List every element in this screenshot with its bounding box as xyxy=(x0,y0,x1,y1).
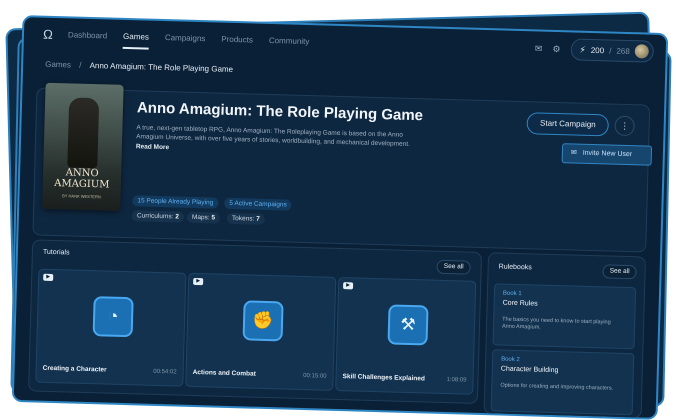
curriculums-value: 2 xyxy=(175,213,179,221)
main-nav: Dashboard Games Campaigns Products Commu… xyxy=(68,24,310,54)
tokens-value: 7 xyxy=(256,215,260,223)
hammer-icon: ⚒ xyxy=(387,304,429,346)
header-tools: ✉ ⚙ ⚡ 200 / 268 xyxy=(535,37,655,63)
breadcrumb-separator: / xyxy=(79,60,82,70)
rulebook-name: Character Building xyxy=(500,365,559,375)
tutorial-duration: 1:08:09 xyxy=(446,377,467,384)
start-campaign-button[interactable]: Start Campaign xyxy=(526,112,609,137)
tokens-separator: / xyxy=(609,45,612,56)
nav-campaigns[interactable]: Campaigns xyxy=(165,27,206,51)
nav-community[interactable]: Community xyxy=(269,29,310,53)
tutorial-duration: 00:15:00 xyxy=(303,373,327,380)
rulebook-name: Core Rules xyxy=(502,299,538,308)
rulebook-number: Book 2 xyxy=(501,356,520,364)
character-icon: ◔ xyxy=(92,296,134,338)
breadcrumb-current: Anno Amagium: The Role Playing Game xyxy=(89,60,234,74)
tutorials-section: Tutorials See all ▶ ◔ Creating a Charact… xyxy=(28,239,483,404)
cover-byline: BY HANK WESTERN xyxy=(62,193,101,200)
more-options-button[interactable]: ⋮ xyxy=(614,115,635,137)
tutorial-card[interactable]: ▶ ◔ Creating a Character 00:54:02 xyxy=(35,268,187,387)
tokens-label: Tokens: xyxy=(231,214,255,223)
maps-stat: Maps: 5 xyxy=(186,211,221,224)
game-cover-image: ANNO AMAGIUM BY HANK WESTERN xyxy=(42,82,124,211)
curriculums-label: Curriculums: xyxy=(136,212,174,221)
rulebook-description: The basics you need to know to start pla… xyxy=(501,316,611,331)
tokens-total: 268 xyxy=(616,46,630,56)
nav-products[interactable]: Products xyxy=(221,28,253,52)
app-window: Ω Dashboard Games Campaigns Products Com… xyxy=(11,15,669,420)
fist-icon: ✊ xyxy=(242,300,284,342)
video-icon: ▶ xyxy=(193,277,204,286)
tutorial-duration: 00:54:02 xyxy=(153,368,177,376)
tutorial-card[interactable]: ▶ ⚒ Skill Challenges Explained 1:08:09 xyxy=(335,276,477,395)
gear-icon[interactable]: ⚙ xyxy=(552,43,560,54)
read-more-link[interactable]: Read More xyxy=(136,143,169,151)
rulebook-number: Book 1 xyxy=(502,290,522,298)
campaigns-badge[interactable]: 5 Active Campaigns xyxy=(224,197,292,211)
mail-icon: ✉ xyxy=(570,149,577,157)
cover-figure xyxy=(67,97,100,169)
rulebooks-see-all-button[interactable]: See all xyxy=(602,264,637,280)
invite-user-label: Invite New User xyxy=(582,149,633,159)
rulebook-card[interactable]: Book 2 Character Building Options for cr… xyxy=(490,349,635,416)
tutorials-title: Tutorials xyxy=(42,248,70,257)
stacked-window-group: Ω Dashboard Games Campaigns Products Com… xyxy=(0,0,676,420)
tutorial-name: Creating a Character xyxy=(42,364,107,374)
curriculums-stat: Curriculums: 2 xyxy=(131,210,185,223)
video-icon: ▶ xyxy=(43,273,54,282)
tutorial-name: Actions and Combat xyxy=(192,368,256,378)
logo-icon[interactable]: Ω xyxy=(40,27,56,43)
game-description: A true, next-gen tabletop RPG, Anno Amag… xyxy=(136,124,411,148)
rulebook-description: Options for creating and improving chara… xyxy=(500,382,614,392)
tutorials-see-all-button[interactable]: See all xyxy=(436,259,471,275)
tutorial-name: Skill Challenges Explained xyxy=(342,373,425,383)
bolt-icon: ⚡ xyxy=(579,44,586,55)
maps-value: 5 xyxy=(211,214,216,222)
tokens-used: 200 xyxy=(590,45,605,55)
rulebook-card[interactable]: Book 1 Core Rules The basics you need to… xyxy=(492,283,637,350)
avatar[interactable] xyxy=(634,44,649,59)
maps-label: Maps: xyxy=(191,213,210,222)
breadcrumb-root[interactable]: Games xyxy=(45,60,71,70)
players-badge[interactable]: 15 People Already Playing xyxy=(132,195,219,209)
invite-user-menu-item[interactable]: ✉ Invite New User xyxy=(561,143,653,166)
video-icon: ▶ xyxy=(343,282,354,290)
game-hero-panel: ANNO AMAGIUM BY HANK WESTERN Anno Amagiu… xyxy=(32,82,653,253)
tutorial-card[interactable]: ▶ ✊ Actions and Combat 00:15:00 xyxy=(185,272,337,391)
nav-games[interactable]: Games xyxy=(122,25,150,50)
rulebooks-title: Rulebooks xyxy=(498,263,532,272)
mail-icon[interactable]: ✉ xyxy=(535,43,543,54)
page-title: Anno Amagium: The Role Playing Game xyxy=(136,99,424,125)
tokens-stat: Tokens: 7 xyxy=(226,212,265,225)
cover-title-line2: AMAGIUM xyxy=(54,178,110,191)
nav-dashboard[interactable]: Dashboard xyxy=(68,24,108,48)
rulebooks-section: Rulebooks See all Book 1 Core Rules The … xyxy=(483,252,647,419)
token-counter[interactable]: ⚡ 200 / 268 xyxy=(570,38,655,63)
cover-title: ANNO AMAGIUM xyxy=(43,167,122,191)
breadcrumb: Games / Anno Amagium: The Role Playing G… xyxy=(45,60,233,74)
